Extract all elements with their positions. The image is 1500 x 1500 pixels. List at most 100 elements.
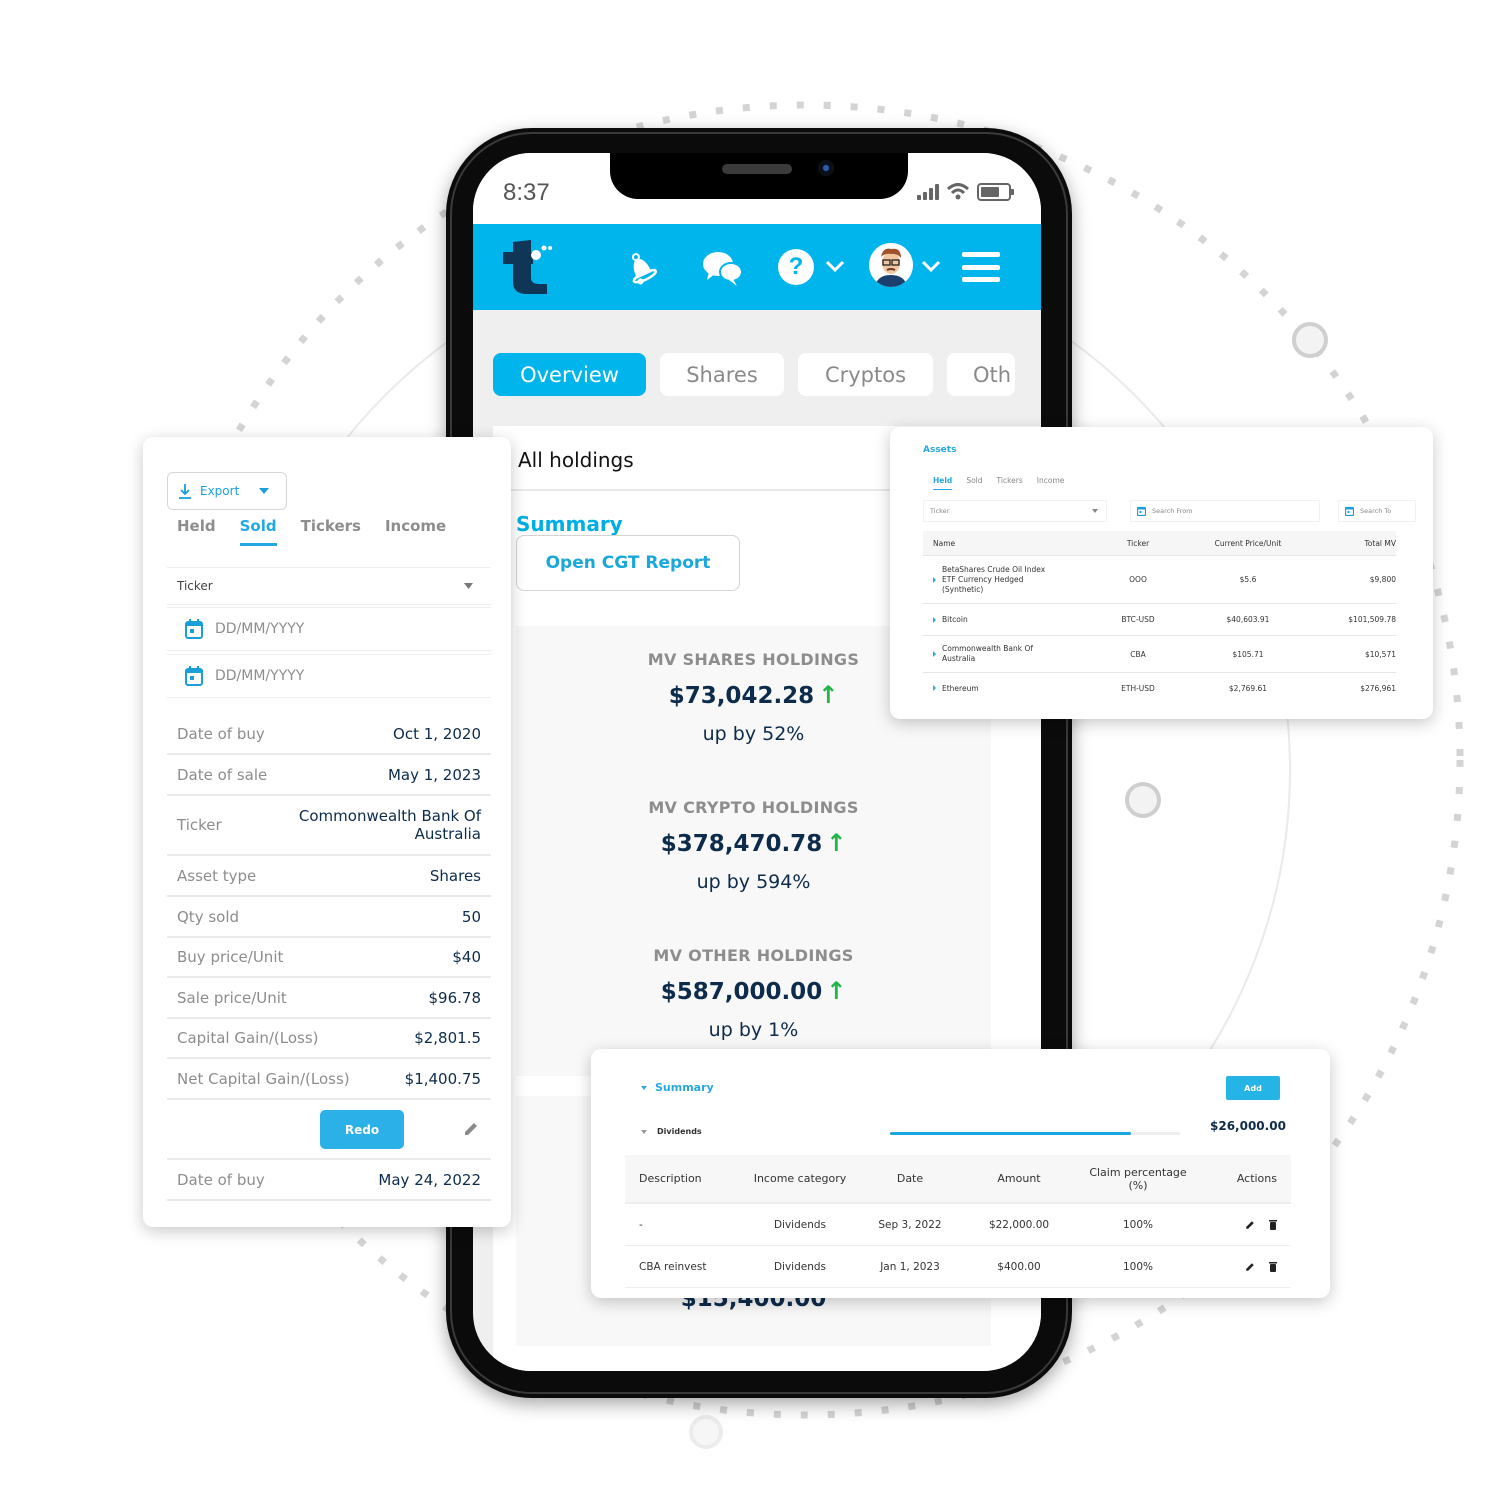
asset-name: Commonwealth Bank Of Australia — [942, 644, 1034, 663]
help-chevron-down-icon[interactable] — [825, 260, 845, 272]
caret-down-icon — [259, 488, 270, 494]
tab-sold[interactable]: Sold — [239, 517, 277, 546]
tab-income[interactable]: Income — [1037, 476, 1065, 490]
detail-label: Date of buy — [177, 724, 265, 743]
tab-tickers[interactable]: Tickers — [301, 517, 361, 546]
redo-button[interactable]: Redo — [320, 1110, 404, 1149]
asset-name: Bitcoin — [942, 615, 968, 624]
table-row[interactable]: Bitcoin BTC-USD $40,603.91 $101,509.78 — [923, 604, 1396, 636]
detail-value: $40 — [452, 948, 481, 966]
date-to-field[interactable]: DD/MM/YYYY — [167, 654, 491, 698]
summary-heading: Summary — [516, 512, 623, 536]
bell-icon[interactable] — [621, 248, 661, 288]
expand-caret-icon[interactable] — [933, 651, 936, 657]
column-header[interactable]: Current Price/Unit — [1173, 539, 1323, 548]
mv-crypto: MV CRYPTO HOLDINGS $378,470.78 ↑ up by 59… — [516, 798, 991, 893]
detail-value: May 1, 2023 — [387, 765, 481, 784]
table-row[interactable]: Commonwealth Bank Of Australia CBA $105.… — [923, 636, 1396, 673]
delete-trash-icon[interactable] — [1269, 1219, 1277, 1230]
profile-chevron-down-icon[interactable] — [921, 260, 941, 272]
search-to-placeholder: Search To — [1360, 507, 1392, 515]
detail-value: Oct 1, 2020 — [393, 724, 481, 743]
column-header[interactable]: Total MV — [1323, 539, 1396, 548]
all-assets-heading: All assets MV, % — [518, 1368, 682, 1371]
detail-value: $2,801.5 — [414, 1029, 481, 1047]
column-header: Income category — [753, 1172, 847, 1185]
table-row[interactable]: Ethereum ETH-USD $2,769.61 $276,961 — [923, 673, 1396, 703]
detail-label: Ticker — [177, 816, 222, 834]
income-claim: 100% — [1122, 1260, 1154, 1273]
asset-total-mv: $101,509.78 — [1348, 615, 1396, 624]
mv-change: up by 594% — [696, 871, 811, 893]
detail-label: Date of sale — [177, 765, 268, 784]
chat-icon[interactable] — [701, 248, 745, 288]
ticker-select[interactable]: Ticker — [167, 567, 491, 605]
ticker-select[interactable]: Ticker — [923, 500, 1107, 522]
tab-income[interactable]: Income — [385, 517, 446, 546]
asset-name: BetaShares Crude Oil Index ETF Currency … — [942, 564, 1046, 594]
summary-toggle[interactable]: Summary — [641, 1081, 714, 1094]
date-from-field[interactable]: DD/MM/YYYY — [167, 607, 491, 651]
open-cgt-report-button[interactable]: Open CGT Report — [516, 535, 740, 591]
mv-title: MV OTHER HOLDINGS — [653, 946, 854, 965]
table-row[interactable]: BetaShares Crude Oil Index ETF Currency … — [923, 556, 1396, 604]
column-header[interactable]: Ticker — [1103, 539, 1173, 548]
status-time: 8:37 — [503, 179, 550, 206]
tab-held[interactable]: Held — [177, 517, 216, 546]
detail-value: Commonwealth Bank Of Australia — [298, 807, 481, 843]
edit-pencil-icon[interactable] — [1245, 1262, 1255, 1272]
help-icon[interactable]: ? — [778, 249, 814, 285]
detail-row: Date of buy May 24, 2022 — [167, 1160, 491, 1201]
caret-down-icon — [641, 1129, 647, 1134]
search-to-field[interactable]: Search To — [1338, 500, 1416, 522]
delete-trash-icon[interactable] — [1269, 1261, 1277, 1272]
assets-title: Assets — [923, 445, 957, 455]
avatar[interactable] — [869, 243, 913, 287]
column-header[interactable]: Name — [923, 539, 1103, 548]
detail-label: Net Capital Gain/(Loss) — [177, 1069, 350, 1088]
asset-total-mv: $276,961 — [1360, 683, 1396, 693]
dividends-progress-fill — [890, 1132, 1131, 1135]
dividends-toggle[interactable]: Dividends — [641, 1127, 702, 1136]
hamburger-menu-icon[interactable] — [962, 252, 1000, 282]
expand-caret-icon[interactable] — [933, 616, 936, 623]
expand-caret-icon[interactable] — [933, 576, 936, 583]
detail-label: Buy price/Unit — [177, 948, 284, 966]
signal-icon — [917, 184, 939, 200]
ticker-select-label: Ticker — [177, 579, 213, 593]
mv-value: $587,000.00 — [660, 979, 823, 1005]
tab-shares[interactable]: Shares — [660, 353, 784, 396]
battery-icon — [977, 183, 1014, 201]
tab-cryptos[interactable]: Cryptos — [798, 353, 933, 396]
search-from-field[interactable]: Search From — [1130, 500, 1320, 522]
detail-row: Qty sold 50 — [167, 897, 491, 938]
column-header: Date — [896, 1172, 924, 1185]
export-button[interactable]: Export — [167, 472, 287, 510]
income-description: CBA reinvest — [639, 1260, 707, 1273]
edit-pencil-icon[interactable] — [463, 1121, 479, 1137]
detail-label: Qty sold — [177, 907, 240, 926]
tab-tickers[interactable]: Tickers — [997, 476, 1023, 490]
detail-value: May 24, 2022 — [378, 1170, 481, 1189]
edit-pencil-icon[interactable] — [1245, 1220, 1255, 1230]
mv-value: $73,042.28 — [668, 683, 815, 709]
tab-held[interactable]: Held — [933, 476, 953, 490]
add-button[interactable]: Add — [1226, 1076, 1280, 1100]
arrow-up-icon: ↑ — [826, 829, 847, 857]
mv-change: up by 52% — [702, 723, 805, 745]
detail-value: Shares — [429, 866, 481, 885]
search-from-placeholder: Search From — [1152, 507, 1193, 515]
detail-label: Asset type — [177, 866, 257, 885]
tab-overview[interactable]: Overview — [493, 353, 646, 396]
detail-row: Date of buy Oct 1, 2020 — [167, 714, 491, 755]
sold-card-tabs: Held Sold Tickers Income — [177, 517, 446, 546]
asset-price: $105.71 — [1232, 649, 1264, 659]
phone-speaker — [722, 164, 792, 174]
tab-other[interactable]: Oth — [947, 353, 1015, 396]
phone-notch — [610, 153, 908, 199]
detail-label: Capital Gain/(Loss) — [177, 1029, 319, 1047]
asset-ticker: OOO — [1129, 575, 1147, 584]
expand-caret-icon[interactable] — [933, 685, 936, 691]
tab-sold[interactable]: Sold — [966, 476, 982, 490]
holdings-tabs: Overview Shares Cryptos Oth — [493, 353, 1015, 396]
